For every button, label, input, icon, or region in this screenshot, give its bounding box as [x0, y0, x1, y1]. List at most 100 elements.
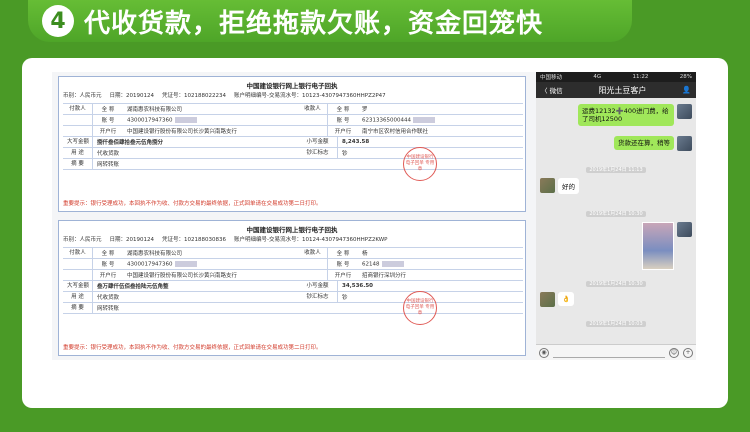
row-label: 摘 要 — [63, 303, 93, 313]
spacer — [298, 115, 328, 125]
row-label: 大写金额 — [63, 137, 93, 147]
row-label: 全 称 — [101, 251, 115, 257]
receipt-title: 中国建设银行网上银行电子回执 — [246, 82, 338, 90]
receipt-currency: 币别：人民币元 — [63, 93, 102, 99]
table-row: 账 号 4300017947360 账 号 62313365000444 — [63, 115, 523, 126]
receipt-voucher: 凭证号：102188022234 — [162, 93, 227, 99]
profile-icon[interactable]: 👤 — [682, 86, 691, 94]
table-row: 摘 要 网转转账 — [63, 303, 523, 314]
timestamp: 2019年1月24日 10:30 — [536, 210, 696, 217]
summary-value: 网转转账 — [97, 162, 120, 168]
receipt-serial: 账户明细编号-交易流水号：10124-4307947360HHPZ2KWP — [234, 237, 388, 243]
plus-icon[interactable]: + — [683, 347, 693, 358]
bank-stamp: 中国建设银行 电子回单 专用章 — [403, 291, 437, 325]
payee-bank: 南宁市区农村信用合作联社 — [362, 129, 429, 135]
message-out: 运费12132➕400进门费，给了司机12500 — [578, 104, 692, 126]
clock-text: 11:22 — [632, 74, 649, 80]
spacer — [63, 115, 93, 125]
row-label: 账 号 — [101, 118, 115, 124]
chat-area: 运费12132➕400进门费，给了司机12500 货款还在算，稍等 2019年1… — [536, 98, 696, 344]
message-bubble[interactable]: 运费12132➕400进门费，给了司机12500 — [578, 104, 674, 126]
avatar — [677, 136, 692, 151]
payer-bank: 中国建设银行股份有限公司长沙黄兴南路支行 — [127, 129, 238, 135]
payee-account: 62313365000444 — [358, 116, 508, 123]
redacted-block — [174, 116, 197, 123]
step-number: 4 — [42, 5, 74, 37]
table-row: 大写金额 捌仟叁佰肆拾叁元伍角捌分 小写金额 8,243.58 — [63, 137, 523, 148]
timestamp: 2019年1月24日 10:03 — [536, 320, 696, 327]
photo-message[interactable] — [642, 222, 674, 270]
row-label: 大写金额 — [63, 281, 93, 291]
message-bubble[interactable]: 好的 — [558, 178, 579, 194]
receipt-tip: 重要提示：银行受理成功，本回执不作为收、付款方交易的最终依据，正式回单请在交易成… — [63, 345, 322, 351]
section-title: 代收货款，拒绝拖款欠账，资金回笼快 — [84, 8, 544, 39]
redacted-block — [381, 260, 404, 267]
spacer — [298, 259, 328, 269]
row-label: 用 途 — [63, 292, 93, 302]
chat-input-bar: ◉ ☺ + — [536, 344, 696, 360]
network-text: 4G — [593, 74, 602, 80]
amount-words: 叁万肆仟伍佰叁拾陆元伍角整 — [97, 284, 169, 290]
avatar — [677, 222, 692, 237]
back-button[interactable]: 〈 微信 — [541, 85, 563, 95]
battery-text: 28% — [679, 74, 692, 80]
receipt-tip: 重要提示：银行受理成功，本回执不作为收、付款方交易的最终依据，正式回单请在交易成… — [63, 201, 322, 207]
bank-stamp: 中国建设银行 电子回单 专用章 — [403, 147, 437, 181]
row-label: 全 称 — [336, 251, 350, 257]
payer-bank: 中国建设银行股份有限公司长沙黄兴南路支行 — [127, 273, 238, 279]
avatar — [677, 104, 692, 119]
spacer — [63, 259, 93, 269]
bank-receipt-1: 中国建设银行网上银行电子回执 币别：人民币元 日期：20190124 凭证号：1… — [58, 76, 526, 212]
table-row: 用 途 代收货款 钞汇标志 钞 — [63, 148, 523, 159]
table-row: 账 号 4300017947360 账 号 62148 — [63, 259, 523, 270]
receipt-table: 付款人 全 称 湖南惠农科技有限公司 收款人 全 称 杨 账 号 4300017… — [63, 247, 523, 314]
emoji-bubble[interactable]: 👌 — [558, 292, 575, 306]
row-label: 钞汇标志 — [298, 148, 338, 158]
payer-account: 4300017947360 — [123, 260, 298, 267]
bank-receipt-2: 中国建设银行网上银行电子回执 币别：人民币元 日期：20190124 凭证号：1… — [58, 220, 526, 356]
payee-label: 收款人 — [298, 104, 328, 114]
chat-title: 阳光土豆客户 — [598, 85, 647, 95]
amount-figure: 8,243.58 — [342, 139, 370, 145]
timestamp: 2019年1月24日 11:13 — [536, 166, 696, 173]
carrier-text: 中国移动 — [540, 75, 563, 81]
receipt-currency: 币别：人民币元 — [63, 237, 102, 243]
row-label: 用 途 — [63, 148, 93, 158]
table-row: 开户行 中国建设银行股份有限公司长沙黄兴南路支行 开户行 招商银行深圳分行 — [63, 270, 523, 281]
receipt-meta: 币别：人民币元 日期：20190124 凭证号：102188030836 账户明… — [63, 235, 521, 243]
receipt-voucher: 凭证号：102188030836 — [162, 237, 227, 243]
table-row: 开户行 中国建设银行股份有限公司长沙黄兴南路支行 开户行 南宁市区农村信用合作联… — [63, 126, 523, 137]
row-label: 小写金额 — [298, 137, 338, 147]
amount-figure: 34,536.50 — [342, 283, 373, 289]
row-label: 账 号 — [101, 262, 115, 268]
table-row: 付款人 全 称 湖南惠农科技有限公司 收款人 全 称 罗 — [63, 104, 523, 115]
payee-name: 罗 — [362, 107, 368, 113]
row-label: 钞汇标志 — [298, 292, 338, 302]
payee-name: 杨 — [362, 251, 368, 257]
emoji-icon[interactable]: ☺ — [669, 347, 679, 358]
receipt-meta: 币别：人民币元 日期：20190124 凭证号：102188022234 账户明… — [63, 91, 521, 99]
payer-label: 付款人 — [63, 248, 93, 258]
avatar — [540, 178, 555, 193]
content-card: 中国建设银行网上银行电子回执 币别：人民币元 日期：20190124 凭证号：1… — [22, 58, 728, 408]
row-label: 摘 要 — [63, 159, 93, 169]
payer-account: 4300017947360 — [123, 116, 298, 123]
voice-icon[interactable]: ◉ — [539, 347, 549, 358]
table-row: 付款人 全 称 湖南惠农科技有限公司 收款人 全 称 杨 — [63, 248, 523, 259]
avatar — [540, 292, 555, 307]
payee-label: 收款人 — [298, 248, 328, 258]
row-label: 账 号 — [336, 262, 350, 268]
message-bubble[interactable]: 货款还在算，稍等 — [614, 136, 674, 150]
message-out: 货款还在算，稍等 — [614, 136, 692, 151]
summary-value: 网转转账 — [97, 306, 120, 312]
section-header: 4 代收货款，拒绝拖款欠账，资金回笼快 — [28, 0, 632, 42]
footer-strip — [0, 408, 750, 432]
spacer — [298, 126, 328, 136]
redacted-block — [413, 116, 435, 123]
receipt-title: 中国建设银行网上银行电子回执 — [246, 226, 338, 234]
amount-words: 捌仟叁佰肆拾叁元伍角捌分 — [97, 140, 164, 146]
table-row: 用 途 代收货款 钞汇标志 钞 — [63, 292, 523, 303]
row-label: 开户行 — [334, 273, 352, 279]
message-input[interactable] — [553, 348, 665, 358]
receipts-screenshot: 中国建设银行网上银行电子回执 币别：人民币元 日期：20190124 凭证号：1… — [52, 72, 550, 360]
